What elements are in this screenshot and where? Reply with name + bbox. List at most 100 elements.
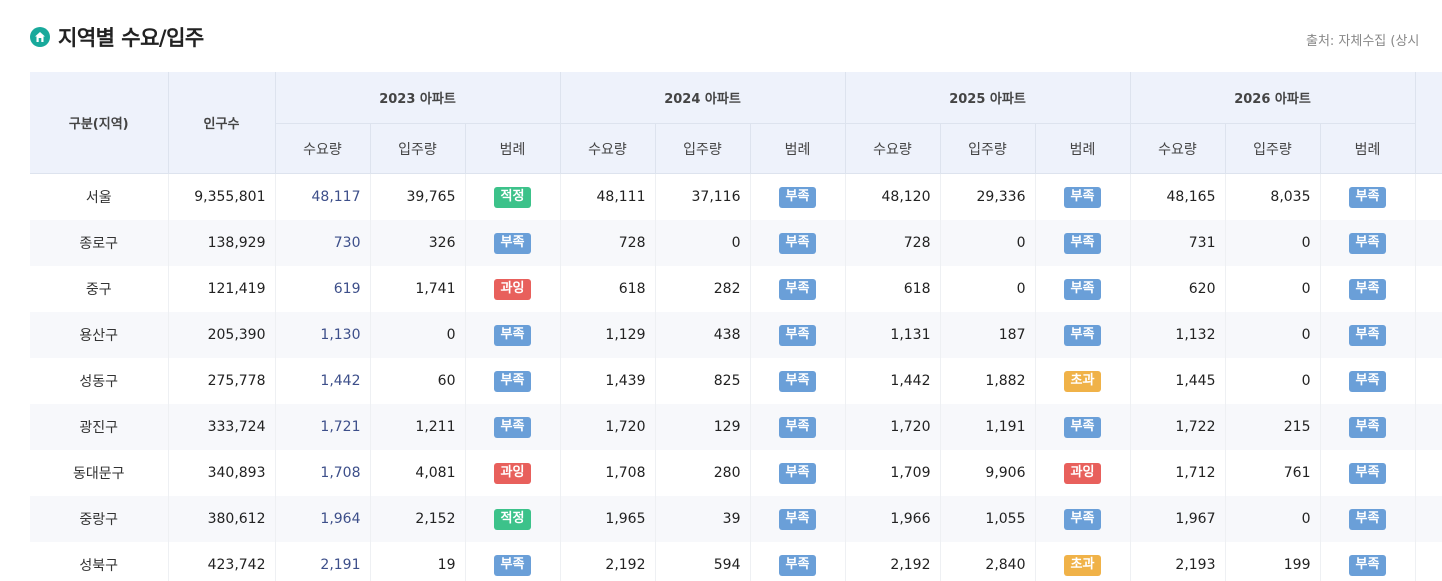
- status-badge: 부족: [493, 232, 532, 254]
- legend-cell: 부족: [465, 358, 561, 404]
- demand-cell: 2,192: [845, 542, 941, 581]
- status-badge: 부족: [778, 508, 817, 530]
- status-badge: 부족: [493, 554, 532, 576]
- subheader-supply: 입주량: [370, 123, 466, 174]
- subheader-supply: 입주량: [940, 123, 1036, 174]
- legend-cell: 부족: [750, 266, 846, 312]
- demand-cell: 48,120: [845, 173, 941, 220]
- section-header: 지역별 수요/입주: [30, 22, 204, 52]
- legend-cell: 부족: [1320, 542, 1416, 581]
- legend-cell: 과잉: [465, 450, 561, 496]
- table-row[interactable]: 종로구 138,929 730 326 부족 728 0 부족 728 0 부족 731 0 부족: [30, 220, 1442, 266]
- demand-cell: 619: [275, 266, 371, 312]
- supply-cell: 438: [655, 312, 751, 358]
- overflow-cell: [1415, 358, 1442, 404]
- demand-cell: 1,966: [845, 496, 941, 542]
- table-row[interactable]: 중랑구 380,612 1,964 2,152 적정 1,965 39 부족 1,966 1,05…: [30, 496, 1442, 542]
- demand-cell: 48,117: [275, 173, 371, 220]
- demand-cell: 1,709: [845, 450, 941, 496]
- supply-cell: 29,336: [940, 173, 1036, 220]
- region-cell: 종로구: [30, 220, 169, 266]
- section-title: 지역별 수요/입주: [58, 26, 204, 50]
- status-badge: 과잉: [493, 278, 532, 300]
- region-cell: 성동구: [30, 358, 169, 404]
- supply-cell: 0: [370, 312, 466, 358]
- legend-cell: 적정: [465, 496, 561, 542]
- demand-cell: 1,721: [275, 404, 371, 450]
- supply-cell: 19: [370, 542, 466, 581]
- status-badge: 부족: [778, 324, 817, 346]
- demand-cell: 1,708: [275, 450, 371, 496]
- subheader-legend: 범례: [750, 123, 846, 174]
- demand-cell: 1,720: [845, 404, 941, 450]
- table-row[interactable]: 용산구 205,390 1,130 0 부족 1,129 438 부족 1,131 187 부족 1,…: [30, 312, 1442, 358]
- legend-cell: 부족: [1320, 173, 1416, 220]
- status-badge: 적정: [493, 508, 532, 530]
- supply-cell: 0: [655, 220, 751, 266]
- legend-cell: 부족: [1320, 220, 1416, 266]
- region-cell: 서울: [30, 173, 169, 220]
- demand-cell: 618: [845, 266, 941, 312]
- demand-cell: 1,132: [1130, 312, 1226, 358]
- status-badge: 부족: [778, 370, 817, 392]
- supply-cell: 0: [1225, 266, 1321, 312]
- supply-cell: 39,765: [370, 173, 466, 220]
- demand-supply-table: 구분(지역) 인구수 2023 아파트 2024 아파트 2025 아파트 20…: [30, 72, 1442, 581]
- legend-cell: 부족: [750, 450, 846, 496]
- supply-cell: 0: [1225, 496, 1321, 542]
- population-cell: 423,742: [168, 542, 276, 581]
- legend-cell: 부족: [1320, 312, 1416, 358]
- table-row[interactable]: 성동구 275,778 1,442 60 부족 1,439 825 부족 1,442 1,882 초…: [30, 358, 1442, 404]
- supply-cell: 0: [1225, 312, 1321, 358]
- table-row[interactable]: 광진구 333,724 1,721 1,211 부족 1,720 129 부족 1,720 1,1…: [30, 404, 1442, 450]
- supply-cell: 2,840: [940, 542, 1036, 581]
- table-row[interactable]: 성북구 423,742 2,191 19 부족 2,192 594 부족 2,192 2,840 초…: [30, 542, 1442, 581]
- status-badge: 부족: [1348, 462, 1387, 484]
- table-row[interactable]: 중구 121,419 619 1,741 과잉 618 282 부족 618 0 부족 620 0 부족: [30, 266, 1442, 312]
- status-badge: 과잉: [493, 462, 532, 484]
- subheader-demand: 수요량: [845, 123, 941, 174]
- supply-cell: 8,035: [1225, 173, 1321, 220]
- header-region: 구분(지역): [30, 72, 169, 174]
- subheader-demand: 수요량: [560, 123, 656, 174]
- subheader-supply: 입주량: [655, 123, 751, 174]
- table-row[interactable]: 동대문구 340,893 1,708 4,081 과잉 1,708 280 부족 1,709 9,…: [30, 450, 1442, 496]
- demand-cell: 728: [560, 220, 656, 266]
- legend-cell: 초과: [1035, 542, 1131, 581]
- demand-cell: 1,442: [845, 358, 941, 404]
- legend-cell: 초과: [1035, 358, 1131, 404]
- demand-cell: 1,712: [1130, 450, 1226, 496]
- status-badge: 부족: [493, 370, 532, 392]
- status-badge: 부족: [1063, 186, 1102, 208]
- legend-cell: 과잉: [465, 266, 561, 312]
- supply-cell: 761: [1225, 450, 1321, 496]
- supply-cell: 39: [655, 496, 751, 542]
- overflow-cell: [1415, 312, 1442, 358]
- demand-cell: 2,191: [275, 542, 371, 581]
- population-cell: 138,929: [168, 220, 276, 266]
- legend-cell: 부족: [1035, 220, 1131, 266]
- demand-cell: 620: [1130, 266, 1226, 312]
- demand-cell: 1,964: [275, 496, 371, 542]
- demand-cell: 48,111: [560, 173, 656, 220]
- legend-cell: 부족: [1320, 450, 1416, 496]
- table-row[interactable]: 서울 9,355,801 48,117 39,765 적정 48,111 37,116 부족 4…: [30, 173, 1442, 221]
- supply-cell: 0: [1225, 358, 1321, 404]
- legend-cell: 부족: [465, 542, 561, 581]
- supply-cell: 187: [940, 312, 1036, 358]
- subheader-legend: 범례: [1035, 123, 1131, 174]
- population-cell: 333,724: [168, 404, 276, 450]
- demand-cell: 730: [275, 220, 371, 266]
- overflow-cell: [1415, 174, 1442, 221]
- legend-cell: 적정: [465, 173, 561, 220]
- population-cell: 9,355,801: [168, 173, 276, 220]
- region-cell: 성북구: [30, 542, 169, 581]
- demand-cell: 1,129: [560, 312, 656, 358]
- demand-cell: 728: [845, 220, 941, 266]
- demand-supply-table-container[interactable]: 구분(지역) 인구수 2023 아파트 2024 아파트 2025 아파트 20…: [30, 72, 1442, 581]
- header-year-2026: 2026 아파트: [1130, 72, 1416, 124]
- supply-cell: 9,906: [940, 450, 1036, 496]
- legend-cell: 부족: [750, 404, 846, 450]
- subheader-legend: 범례: [1320, 123, 1416, 174]
- status-badge: 부족: [1348, 186, 1387, 208]
